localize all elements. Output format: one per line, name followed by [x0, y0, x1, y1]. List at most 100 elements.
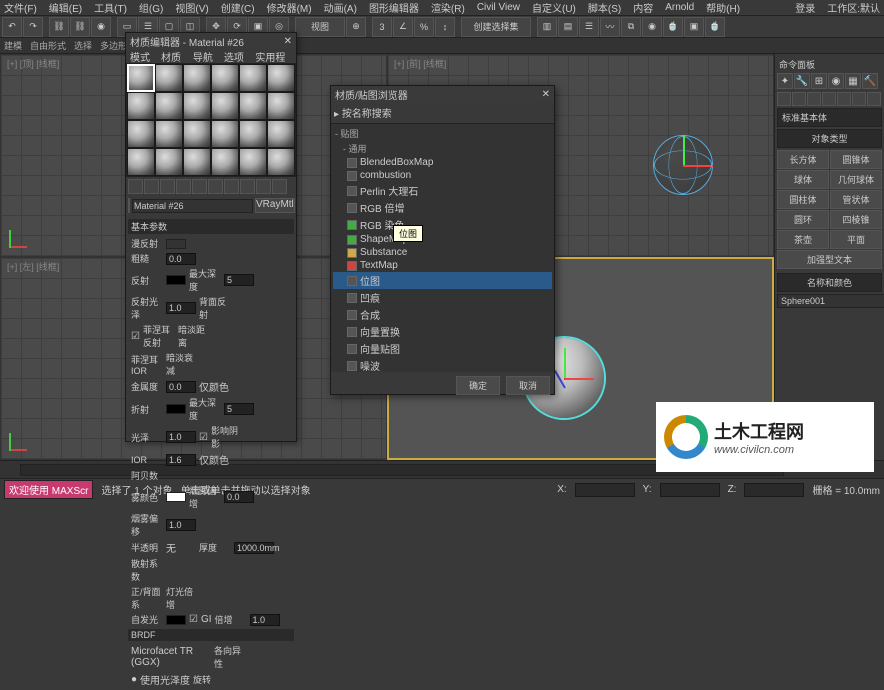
motion-tab-icon[interactable]: ◉ — [828, 73, 844, 89]
put-library-icon[interactable] — [224, 179, 239, 194]
menu-customize[interactable]: 自定义(U) — [532, 0, 576, 15]
refract-swatch[interactable] — [166, 404, 186, 414]
menu-animation[interactable]: 动画(A) — [324, 0, 357, 15]
map-item[interactable]: 合成 — [333, 306, 552, 323]
display-tab-icon[interactable]: ▦ — [845, 73, 861, 89]
mat-menu-util[interactable]: 实用程序(U) — [255, 49, 292, 63]
material-slot[interactable] — [267, 92, 295, 120]
menu-group[interactable]: 组(G) — [139, 0, 163, 15]
affect-channel-2[interactable]: 仅颜色 — [199, 452, 239, 467]
viewport-front-label[interactable]: [+] [前] [线框] — [394, 57, 446, 70]
menu-render[interactable]: 渲染(R) — [431, 0, 465, 15]
material-slot[interactable] — [211, 148, 239, 176]
material-slot[interactable] — [211, 92, 239, 120]
render-setup-button[interactable]: 🍵 — [663, 17, 683, 37]
map-item[interactable]: 凹痕 — [333, 289, 552, 306]
plane-button[interactable]: 平面 — [830, 230, 882, 249]
center-button[interactable]: ⊕ — [346, 17, 366, 37]
unlink-button[interactable]: ⛓ — [70, 17, 90, 37]
material-slot[interactable] — [155, 120, 183, 148]
material-slot[interactable] — [155, 92, 183, 120]
angle-snap-button[interactable]: ∠ — [393, 17, 413, 37]
make-copy-icon[interactable] — [192, 179, 207, 194]
map-item[interactable]: TextMap — [333, 259, 552, 272]
map-item[interactable]: BlendedBoxMap — [333, 156, 552, 169]
menu-create[interactable]: 创建(C) — [221, 0, 255, 15]
tab-modeling[interactable]: 建模 — [4, 39, 22, 52]
make-unique-icon[interactable] — [208, 179, 223, 194]
close-icon[interactable]: ✕ — [542, 89, 550, 100]
spinner-snap-button[interactable]: ↕ — [435, 17, 455, 37]
material-slot[interactable] — [211, 64, 239, 92]
pyramid-button[interactable]: 四棱锥 — [830, 210, 882, 229]
mat-menu-nav[interactable]: 导航(N) — [193, 49, 216, 63]
gi-checkbox[interactable]: ☑ — [189, 614, 198, 625]
material-slot[interactable] — [127, 64, 155, 92]
menu-edit[interactable]: 编辑(E) — [49, 0, 82, 15]
coord-x-input[interactable] — [575, 483, 635, 497]
map-item[interactable]: Perlin 大理石 — [333, 182, 552, 199]
cylinder-button[interactable]: 圆柱体 — [777, 190, 829, 209]
material-slot[interactable] — [267, 148, 295, 176]
menu-arnold[interactable]: Arnold — [665, 2, 694, 13]
schematic-button[interactable]: ⧉ — [621, 17, 641, 37]
material-type-button[interactable]: VRayMtl — [255, 198, 295, 213]
map-item[interactable]: 噪波 — [333, 357, 552, 372]
pick-material-icon[interactable] — [128, 198, 130, 213]
material-name-input[interactable] — [132, 199, 253, 213]
material-slot[interactable] — [183, 148, 211, 176]
material-id-icon[interactable] — [240, 179, 255, 194]
fogmult-value[interactable]: 0.0 — [224, 491, 254, 503]
selfillum-swatch[interactable] — [166, 615, 186, 625]
thickness-value[interactable]: 1000.0mm — [234, 542, 274, 554]
sphere-button[interactable]: 球体 — [777, 170, 829, 189]
diffuse-swatch[interactable] — [166, 239, 186, 249]
helpers-cat-icon[interactable] — [837, 92, 851, 106]
gloss-value[interactable]: 1.0 — [166, 431, 196, 443]
viewport-left-label[interactable]: [+] [左] [线框] — [7, 260, 59, 273]
map-item[interactable]: ShapeMap — [333, 233, 552, 246]
mirror-button[interactable]: ▥ — [537, 17, 557, 37]
maxdepth-value[interactable]: 5 — [224, 274, 254, 286]
utilities-tab-icon[interactable]: 🔨 — [862, 73, 878, 89]
menu-modifiers[interactable]: 修改器(M) — [267, 0, 312, 15]
torus-button[interactable]: 圆环 — [777, 210, 829, 229]
material-slot[interactable] — [267, 64, 295, 92]
spacewarps-cat-icon[interactable] — [852, 92, 866, 106]
material-editor-button[interactable]: ◉ — [642, 17, 662, 37]
fog-swatch[interactable] — [166, 492, 186, 502]
coord-z-input[interactable] — [744, 483, 804, 497]
tab-freeform[interactable]: 自由形式 — [30, 39, 66, 52]
systems-cat-icon[interactable] — [867, 92, 881, 106]
fogbias-value[interactable]: 1.0 — [166, 519, 196, 531]
menu-views[interactable]: 视图(V) — [175, 0, 208, 15]
viewport-top-label[interactable]: [+] [顶] [线框] — [7, 57, 59, 70]
mat-menu-opts[interactable]: 选项(O) — [224, 49, 247, 63]
material-slot[interactable] — [211, 120, 239, 148]
show-end-icon[interactable] — [272, 179, 287, 194]
menu-graph[interactable]: 图形编辑器 — [369, 0, 419, 15]
affect-shadows-checkbox[interactable]: ☑ — [199, 432, 208, 443]
coord-y-input[interactable] — [660, 483, 720, 497]
menu-content[interactable]: 内容 — [633, 0, 653, 15]
material-slot[interactable] — [183, 64, 211, 92]
modify-tab-icon[interactable]: 🔧 — [794, 73, 810, 89]
map-item[interactable]: Substance — [333, 246, 552, 259]
close-icon[interactable]: ✕ — [284, 36, 292, 47]
material-slot[interactable] — [127, 120, 155, 148]
cone-button[interactable]: 圆锥体 — [830, 150, 882, 169]
object-name-input[interactable] — [777, 294, 884, 308]
viewcube-icon[interactable] — [732, 265, 764, 297]
material-slot[interactable] — [183, 120, 211, 148]
reset-map-icon[interactable] — [176, 179, 191, 194]
refsys-dropdown[interactable]: 视图 — [295, 17, 345, 37]
map-item[interactable]: RGB 染色 — [333, 216, 552, 233]
geometry-cat-icon[interactable] — [777, 92, 791, 106]
assign-material-icon[interactable] — [160, 179, 175, 194]
map-item-bitmap[interactable]: 位图 — [333, 272, 552, 289]
brdf-type-dropdown[interactable]: Microfacet TR (GGX) — [131, 646, 211, 668]
tab-selection[interactable]: 选择 — [74, 39, 92, 52]
menu-help[interactable]: 帮助(H) — [706, 0, 740, 15]
material-slot[interactable] — [239, 92, 267, 120]
material-slot[interactable] — [239, 64, 267, 92]
